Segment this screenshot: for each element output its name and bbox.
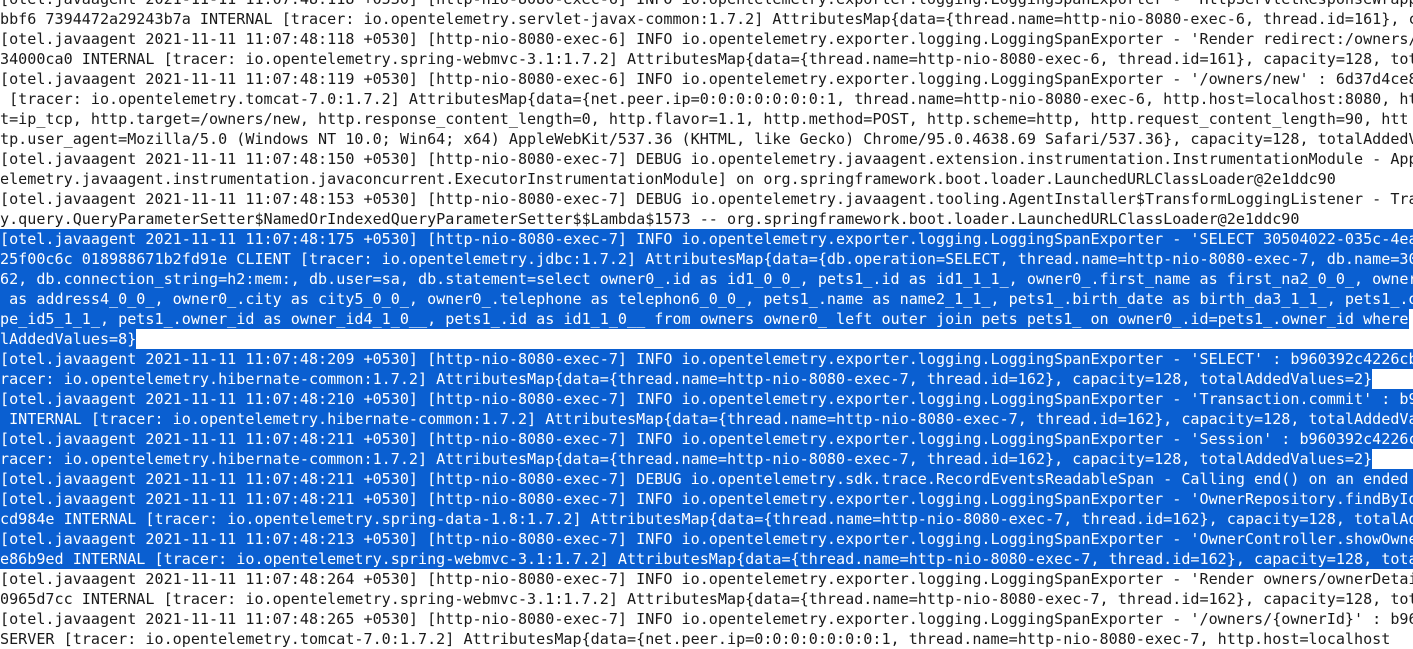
log-line-text: INTERNAL [tracer: io.opentelemetry.hiber…	[0, 409, 1413, 429]
log-line[interactable]: [otel.javaagent 2021-11-11 11:07:48:265 …	[0, 609, 1413, 629]
log-line-selected[interactable]: as address4_0_0_, owner0_.city as city5_…	[0, 289, 1413, 309]
log-line-text: tp.user_agent=Mozilla/5.0 (Windows NT 10…	[0, 130, 1413, 148]
log-line[interactable]: bbf6 7394472a29243b7a INTERNAL [tracer: …	[0, 9, 1413, 29]
log-line-text: [tracer: io.opentelemetry.tomcat-7.0:1.7…	[0, 90, 1413, 108]
log-line-selected[interactable]: [otel.javaagent 2021-11-11 11:07:48:175 …	[0, 229, 1413, 249]
log-line-selected[interactable]: [otel.javaagent 2021-11-11 11:07:48:211 …	[0, 469, 1413, 489]
log-line-text: [otel.javaagent 2021-11-11 11:07:48:211 …	[0, 429, 1413, 449]
log-line-text: bbf6 7394472a29243b7a INTERNAL [tracer: …	[0, 10, 1413, 28]
log-line-text: [otel.javaagent 2021-11-11 11:07:48:153 …	[0, 190, 1413, 208]
log-line-selected[interactable]: [otel.javaagent 2021-11-11 11:07:48:211 …	[0, 429, 1413, 449]
log-line-selected[interactable]: e86b9ed INTERNAL [tracer: io.opentelemet…	[0, 549, 1413, 569]
log-line-text: racer: io.opentelemetry.hibernate-common…	[0, 369, 1373, 389]
log-line-text: [otel.javaagent 2021-11-11 11:07:48:209 …	[0, 349, 1413, 369]
log-line[interactable]: tp.user_agent=Mozilla/5.0 (Windows NT 10…	[0, 129, 1413, 149]
log-line-selected[interactable]: 62, db.connection_string=h2:mem:, db.use…	[0, 269, 1413, 289]
log-line-selected[interactable]: [otel.javaagent 2021-11-11 11:07:48:213 …	[0, 529, 1413, 549]
log-line-text: [otel.javaagent 2021-11-11 11:07:48:211 …	[0, 469, 1413, 489]
log-line-text: [otel.javaagent 2021-11-11 11:07:48:118 …	[0, 30, 1413, 48]
log-line-selected[interactable]: 25f00c6c 018988671b2fd91e CLIENT [tracer…	[0, 249, 1413, 269]
log-line[interactable]: SERVER [tracer: io.opentelemetry.tomcat-…	[0, 629, 1413, 649]
log-line[interactable]: 34000ca0 INTERNAL [tracer: io.openteleme…	[0, 49, 1413, 69]
log-line-selected[interactable]: racer: io.opentelemetry.hibernate-common…	[0, 369, 1413, 389]
log-line-selected[interactable]: INTERNAL [tracer: io.opentelemetry.hiber…	[0, 409, 1413, 429]
log-line-text: SERVER [tracer: io.opentelemetry.tomcat-…	[0, 630, 1391, 648]
log-line-text: as address4_0_0_, owner0_.city as city5_…	[0, 289, 1413, 309]
log-line-selected[interactable]: [otel.javaagent 2021-11-11 11:07:48:210 …	[0, 389, 1413, 409]
log-line-selected[interactable]: [otel.javaagent 2021-11-11 11:07:48:209 …	[0, 349, 1413, 369]
log-line[interactable]: [otel.javaagent 2021-11-11 11:07:48:119 …	[0, 69, 1413, 89]
log-line-text: 34000ca0 INTERNAL [tracer: io.openteleme…	[0, 50, 1413, 68]
log-line[interactable]: 0965d7cc INTERNAL [tracer: io.openteleme…	[0, 589, 1413, 609]
log-line-text: y.query.QueryParameterSetter$NamedOrInde…	[0, 210, 1300, 228]
log-line-text: [otel.javaagent 2021-11-11 11:07:48:265 …	[0, 610, 1413, 628]
log-line[interactable]: [otel.javaagent 2021-11-11 11:07:48:118 …	[0, 29, 1413, 49]
log-line-text: [otel.javaagent 2021-11-11 11:07:48:210 …	[0, 389, 1413, 409]
log-line-text: e86b9ed INTERNAL [tracer: io.opentelemet…	[0, 549, 1413, 569]
log-line-text: racer: io.opentelemetry.hibernate-common…	[0, 449, 1373, 469]
log-line-selected[interactable]: lAddedValues=8}	[0, 329, 1413, 349]
log-line[interactable]: [tracer: io.opentelemetry.tomcat-7.0:1.7…	[0, 89, 1413, 109]
log-line-text: [otel.javaagent 2021-11-11 11:07:48:175 …	[0, 229, 1413, 249]
console-log-output[interactable]: [otel.javaagent 2021-11-11 11:07:48:118 …	[0, 0, 1413, 649]
log-line-text: cd984e INTERNAL [tracer: io.opentelemetr…	[0, 509, 1413, 529]
log-line[interactable]: t=ip_tcp, http.target=/owners/new, http.…	[0, 109, 1413, 129]
log-line-selected[interactable]: pe_id5_1_1_, pets1_.owner_id as owner_id…	[0, 309, 1413, 329]
log-line-selected[interactable]: [otel.javaagent 2021-11-11 11:07:48:211 …	[0, 489, 1413, 509]
log-line-text: elemetry.javaagent.instrumentation.javac…	[0, 170, 1336, 188]
log-line[interactable]: y.query.QueryParameterSetter$NamedOrInde…	[0, 209, 1413, 229]
log-line[interactable]: elemetry.javaagent.instrumentation.javac…	[0, 169, 1413, 189]
log-line-text: [otel.javaagent 2021-11-11 11:07:48:150 …	[0, 150, 1413, 168]
log-line-text: 0965d7cc INTERNAL [tracer: io.openteleme…	[0, 590, 1413, 608]
log-line[interactable]: [otel.javaagent 2021-11-11 11:07:48:118 …	[0, 0, 1413, 9]
log-line-selected[interactable]: racer: io.opentelemetry.hibernate-common…	[0, 449, 1413, 469]
log-line-text: [otel.javaagent 2021-11-11 11:07:48:213 …	[0, 529, 1413, 549]
log-line-text: [otel.javaagent 2021-11-11 11:07:48:264 …	[0, 570, 1413, 588]
log-line[interactable]: [otel.javaagent 2021-11-11 11:07:48:153 …	[0, 189, 1413, 209]
log-line-text: [otel.javaagent 2021-11-11 11:07:48:211 …	[0, 489, 1413, 509]
log-line-text: pe_id5_1_1_, pets1_.owner_id as owner_id…	[0, 309, 1409, 329]
log-line-selected[interactable]: cd984e INTERNAL [tracer: io.opentelemetr…	[0, 509, 1413, 529]
log-line-text: [otel.javaagent 2021-11-11 11:07:48:118 …	[0, 0, 1413, 9]
log-line[interactable]: [otel.javaagent 2021-11-11 11:07:48:264 …	[0, 569, 1413, 589]
log-line-text: lAddedValues=8}	[0, 329, 137, 349]
log-line-text: [otel.javaagent 2021-11-11 11:07:48:119 …	[0, 70, 1413, 88]
log-line-text: 62, db.connection_string=h2:mem:, db.use…	[0, 269, 1413, 289]
log-line[interactable]: [otel.javaagent 2021-11-11 11:07:48:150 …	[0, 149, 1413, 169]
log-line-text: t=ip_tcp, http.target=/owners/new, http.…	[0, 110, 1409, 128]
log-line-text: 25f00c6c 018988671b2fd91e CLIENT [tracer…	[0, 249, 1413, 269]
